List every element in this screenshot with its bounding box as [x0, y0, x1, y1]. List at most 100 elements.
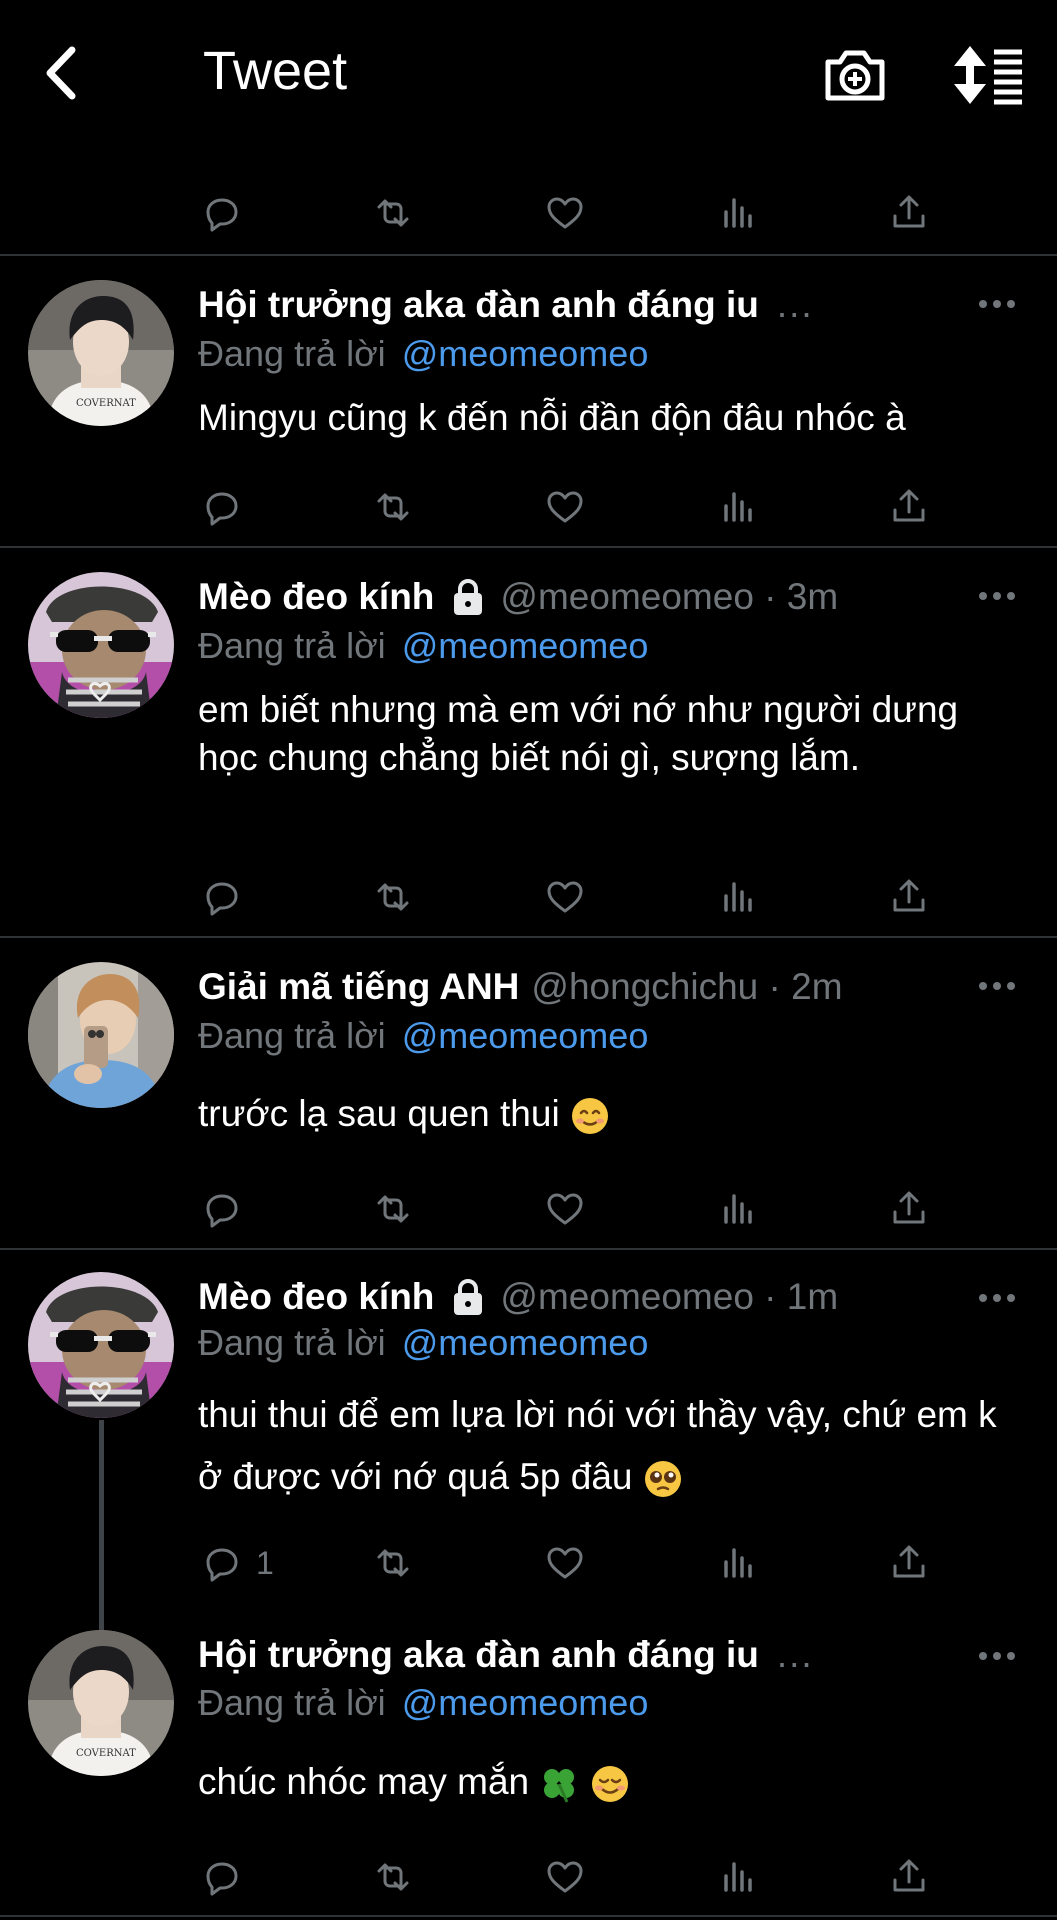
- like-button[interactable]: [542, 1852, 588, 1902]
- retweet-button[interactable]: [370, 1852, 416, 1902]
- retweet-button[interactable]: [370, 1538, 416, 1588]
- replying-label: Đang trả lời: [198, 333, 386, 374]
- like-button[interactable]: [542, 188, 588, 238]
- reply-button[interactable]: [198, 188, 244, 238]
- replying-to: Đang trả lời @meomeomeo: [198, 1015, 648, 1057]
- analytics-button[interactable]: [714, 1184, 760, 1234]
- reply-button[interactable]: [198, 482, 244, 532]
- sort-icon[interactable]: [950, 42, 1022, 108]
- share-icon: [893, 1545, 925, 1578]
- avatar[interactable]: [28, 1272, 174, 1418]
- like-button[interactable]: [542, 1184, 588, 1234]
- avatar[interactable]: [28, 962, 174, 1108]
- analytics-button[interactable]: [714, 1852, 760, 1902]
- analytics-button[interactable]: [714, 188, 760, 238]
- replying-to: Đang trả lời @meomeomeo: [198, 1682, 648, 1724]
- divider: [0, 1915, 1057, 1917]
- more-options-icon[interactable]: [977, 298, 1017, 310]
- like-button[interactable]: [542, 872, 588, 922]
- tweet[interactable]: Mèo đeo kính @meomeomeo · 3m Đang trả lờ…: [0, 548, 1057, 936]
- share-button[interactable]: [886, 1852, 932, 1902]
- analytics-button[interactable]: [714, 872, 760, 922]
- heart-icon: [547, 881, 583, 913]
- share-button[interactable]: [886, 1538, 932, 1588]
- tweet-header: Mèo đeo kính @meomeomeo · 1m: [198, 1276, 838, 1318]
- mention-link[interactable]: @meomeomeo: [402, 1682, 649, 1723]
- camera-add-icon[interactable]: [820, 42, 890, 108]
- smiling-face-emoji: [570, 1096, 610, 1136]
- avatar[interactable]: [28, 280, 174, 426]
- retweet-button[interactable]: [370, 1184, 416, 1234]
- bar-chart-icon: [724, 1194, 752, 1224]
- tweet-text-content: Mingyu cũng k đến nỗi đần độn đâu nhóc à: [198, 397, 906, 438]
- four-leaf-clover-emoji: [542, 1767, 576, 1804]
- reply-icon: [206, 882, 238, 916]
- mention-link[interactable]: @meomeomeo: [402, 333, 649, 374]
- tweet[interactable]: Hội trưởng aka đàn anh đáng iu ... Đang …: [0, 1608, 1057, 1920]
- heart-icon: [547, 1861, 583, 1893]
- more-options-icon[interactable]: [977, 980, 1017, 992]
- mention-link[interactable]: @meomeomeo: [402, 1322, 649, 1363]
- tweet[interactable]: Mèo đeo kính @meomeomeo · 1m Đang trả lờ…: [0, 1250, 1057, 1608]
- analytics-button[interactable]: [714, 482, 760, 532]
- handle-and-time: @hongchichu · 2m: [531, 966, 843, 1007]
- reply-count: 1: [256, 1544, 274, 1581]
- share-icon: [893, 489, 925, 522]
- share-icon: [893, 1191, 925, 1224]
- avatar[interactable]: [28, 572, 174, 718]
- bar-chart-icon: [724, 1862, 752, 1892]
- bar-chart-icon: [724, 1548, 752, 1578]
- retweet-button[interactable]: [370, 872, 416, 922]
- reply-button[interactable]: [198, 1184, 244, 1234]
- back-arrow-icon[interactable]: [38, 42, 98, 104]
- more-options-icon[interactable]: [977, 590, 1017, 602]
- retweet-icon: [377, 883, 409, 911]
- retweet-button[interactable]: [370, 482, 416, 532]
- tweet-text-content: em biết nhưng mà em với nớ như người dưn…: [198, 689, 959, 778]
- tweet[interactable]: Hội trưởng aka đàn anh đáng iu ... Đang …: [0, 256, 1057, 546]
- replying-label: Đang trả lời: [198, 1015, 386, 1056]
- tweet-actions: [0, 864, 1057, 924]
- lock-icon: [452, 579, 485, 617]
- retweet-icon: [377, 1195, 409, 1223]
- reply-icon: [206, 492, 238, 526]
- retweet-icon: [377, 199, 409, 227]
- share-button[interactable]: [886, 1184, 932, 1234]
- display-name[interactable]: Hội trưởng aka đàn anh đáng iu: [198, 284, 759, 326]
- tweet[interactable]: Giải mã tiếng ANH @hongchichu · 2m Đang …: [0, 938, 1057, 1248]
- retweet-button[interactable]: [370, 188, 416, 238]
- display-name[interactable]: Mèo đeo kính: [198, 1276, 434, 1318]
- top-bar: Tweet: [0, 0, 1057, 150]
- more-options-icon[interactable]: [977, 1292, 1017, 1304]
- display-name[interactable]: Mèo đeo kính: [198, 576, 434, 618]
- reply-button[interactable]: [198, 1852, 244, 1902]
- share-icon: [893, 195, 925, 228]
- reply-button[interactable]: 1: [198, 1538, 274, 1588]
- replying-label: Đang trả lời: [198, 625, 386, 666]
- display-name[interactable]: Hội trưởng aka đàn anh đáng iu: [198, 1634, 759, 1676]
- analytics-button[interactable]: [714, 1538, 760, 1588]
- tweet-actions: [0, 180, 1057, 240]
- like-button[interactable]: [542, 1538, 588, 1588]
- display-name[interactable]: Giải mã tiếng ANH: [198, 966, 519, 1008]
- heart-icon: [547, 491, 583, 523]
- reply-icon: [206, 1194, 238, 1228]
- replying-to: Đang trả lời @meomeomeo: [198, 333, 648, 375]
- mention-link[interactable]: @meomeomeo: [402, 625, 649, 666]
- tweet-header: Hội trưởng aka đàn anh đáng iu ...: [198, 284, 814, 326]
- handle-and-time: @meomeomeo · 1m: [500, 1276, 839, 1317]
- share-button[interactable]: [886, 482, 932, 532]
- share-button[interactable]: [886, 872, 932, 922]
- more-options-icon[interactable]: [977, 1650, 1017, 1662]
- share-icon: [893, 879, 925, 912]
- reply-button[interactable]: [198, 872, 244, 922]
- replying-label: Đang trả lời: [198, 1682, 386, 1723]
- mention-link[interactable]: @meomeomeo: [402, 1015, 649, 1056]
- share-button[interactable]: [886, 188, 932, 238]
- lock-icon: [452, 1279, 485, 1317]
- relieved-face-emoji: [590, 1764, 629, 1804]
- like-button[interactable]: [542, 482, 588, 532]
- avatar[interactable]: [28, 1630, 174, 1776]
- truncation-ellipsis: ...: [776, 284, 814, 325]
- retweet-icon: [377, 1549, 409, 1577]
